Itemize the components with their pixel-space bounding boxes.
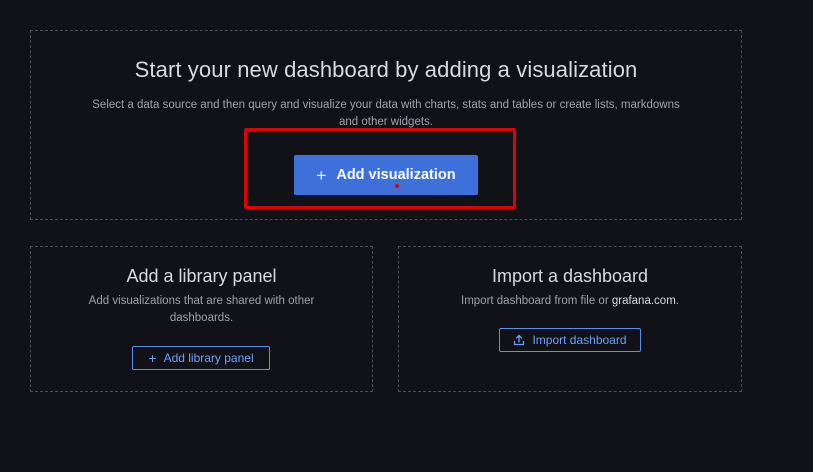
add-library-panel-button[interactable]: + Add library panel: [132, 346, 270, 370]
import-dashboard-card: Import a dashboard Import dashboard from…: [398, 246, 742, 392]
add-library-panel-label: Add library panel: [163, 351, 254, 365]
plus-icon: +: [148, 350, 157, 366]
click-marker: [395, 184, 399, 188]
import-dashboard-label: Import dashboard: [532, 333, 627, 347]
dashboard-empty-state: Start your new dashboard by adding a vis…: [0, 0, 813, 472]
add-visualization-description: Select a data source and then query and …: [92, 99, 680, 128]
highlight-box: [244, 128, 516, 209]
import-dashboard-button[interactable]: Import dashboard: [499, 328, 641, 352]
import-dashboard-description: Import dashboard from file or grafana.co…: [439, 293, 701, 310]
import-description-suffix: .: [675, 295, 679, 307]
add-visualization-title: Start your new dashboard by adding a vis…: [134, 57, 638, 82]
upload-icon: [513, 334, 525, 346]
library-panel-title: Add a library panel: [126, 266, 277, 286]
library-panel-card: Add a library panel Add visualizations t…: [30, 246, 373, 392]
library-panel-description: Add visualizations that are shared with …: [88, 295, 315, 324]
import-description-text: Import dashboard from file or: [461, 295, 612, 307]
grafana-com-link[interactable]: grafana.com: [612, 295, 676, 307]
import-dashboard-title: Import a dashboard: [491, 266, 649, 286]
